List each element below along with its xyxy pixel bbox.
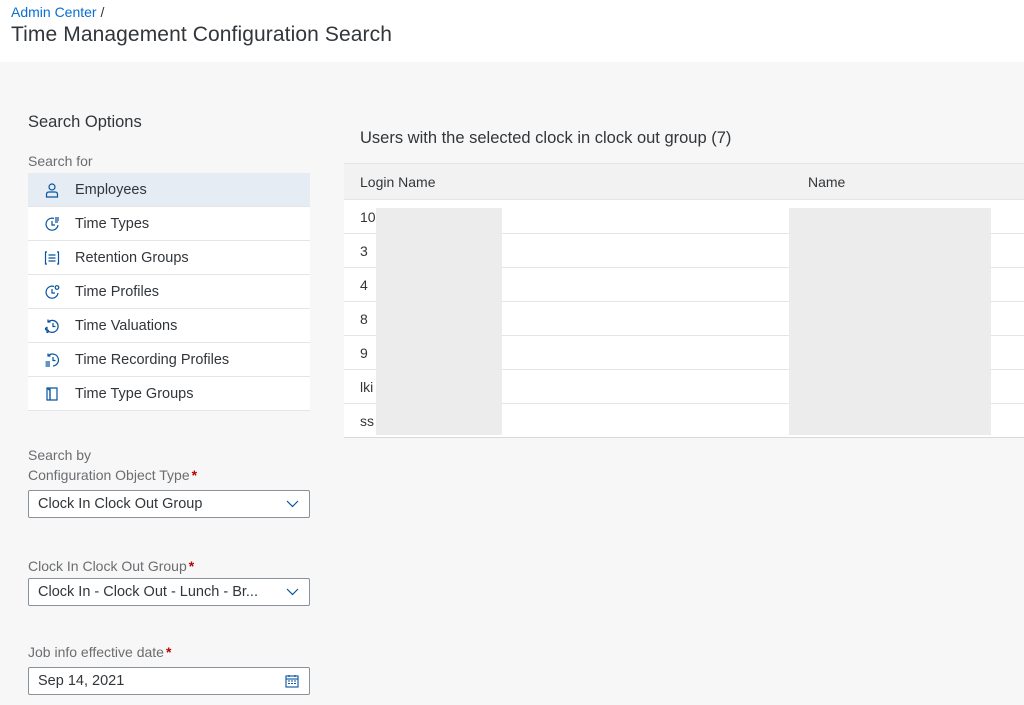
date-value: Sep 14, 2021 [38, 673, 125, 689]
search-for-item-label: Employees [75, 181, 147, 198]
redacted-name-block [789, 208, 991, 435]
search-for-item-label: Time Valuations [75, 317, 178, 334]
required-marker: * [191, 467, 198, 483]
time-type-group-icon [28, 386, 75, 402]
breadcrumb-admin-center-link[interactable]: Admin Center [11, 4, 97, 20]
search-for-item-time-type-groups[interactable]: Time Type Groups [28, 376, 310, 410]
time-recording-icon [28, 352, 75, 368]
date-input[interactable]: Sep 14, 2021 [28, 667, 310, 695]
search-for-item-time-recording-profiles[interactable]: Time Recording Profiles [28, 342, 310, 376]
search-for-item-employees[interactable]: Employees [28, 173, 310, 206]
page-header: Admin Center / Time Management Configura… [0, 0, 1024, 62]
search-for-item-label: Retention Groups [75, 249, 189, 266]
config-object-type-select[interactable]: Clock In Clock Out Group [28, 490, 310, 518]
clock-group-label: Clock In Clock Out Group * [28, 558, 194, 574]
login-name-cell: ss [360, 413, 374, 429]
search-for-list: Employees Time Types Retention Groups Ti… [28, 173, 310, 411]
search-for-item-label: Time Types [75, 215, 150, 232]
required-marker: * [188, 558, 195, 574]
config-object-type-label: Configuration Object Type * [28, 467, 197, 483]
login-name-cell: lki [360, 379, 374, 395]
content-area: Search Options Search for Employees Time… [0, 62, 1024, 705]
clock-group-value: Clock In - Clock Out - Lunch - Br... [38, 584, 258, 600]
time-valuation-icon [28, 318, 75, 334]
breadcrumb-separator: / [100, 4, 105, 20]
column-header-login-name[interactable]: Login Name [360, 174, 436, 190]
login-name-cell: 4 [360, 277, 368, 293]
login-name-cell: 9 [360, 345, 368, 361]
retention-groups-icon [28, 250, 75, 266]
time-profile-icon [28, 284, 75, 300]
search-for-item-time-types[interactable]: Time Types [28, 206, 310, 240]
search-for-item-retention-groups[interactable]: Retention Groups [28, 240, 310, 274]
chevron-down-icon[interactable] [275, 588, 309, 596]
search-by-label: Search by [28, 447, 92, 463]
search-for-item-time-valuations[interactable]: Time Valuations [28, 308, 310, 342]
config-object-type-value: Clock In Clock Out Group [38, 496, 203, 512]
required-marker: * [165, 644, 172, 660]
search-for-item-label: Time Profiles [75, 283, 160, 300]
column-header-name[interactable]: Name [808, 174, 845, 190]
calendar-icon[interactable] [275, 674, 309, 688]
chevron-down-icon[interactable] [275, 500, 309, 508]
login-name-cell: 8 [360, 311, 368, 327]
date-label: Job info effective date * [28, 644, 171, 660]
breadcrumb: Admin Center / [11, 4, 104, 20]
search-for-item-time-profiles[interactable]: Time Profiles [28, 274, 310, 308]
config-object-type-label-text: Configuration Object Type [28, 467, 190, 483]
login-name-cell: 10 [360, 209, 376, 225]
page-title: Time Management Configuration Search [11, 23, 393, 46]
results-title: Users with the selected clock in clock o… [360, 129, 732, 147]
date-label-text: Job info effective date [28, 644, 164, 660]
time-type-icon [28, 216, 75, 232]
redacted-login-block [376, 208, 502, 435]
search-for-item-label: Time Type Groups [75, 385, 194, 402]
clock-group-label-text: Clock In Clock Out Group [28, 558, 187, 574]
search-for-item-label: Time Recording Profiles [75, 351, 230, 368]
search-options-title: Search Options [28, 113, 142, 131]
search-for-label: Search for [28, 153, 93, 169]
table-header: Login Name Name [344, 164, 1024, 200]
clock-group-select[interactable]: Clock In - Clock Out - Lunch - Br... [28, 578, 310, 606]
person-icon [28, 182, 75, 198]
login-name-cell: 3 [360, 243, 368, 259]
